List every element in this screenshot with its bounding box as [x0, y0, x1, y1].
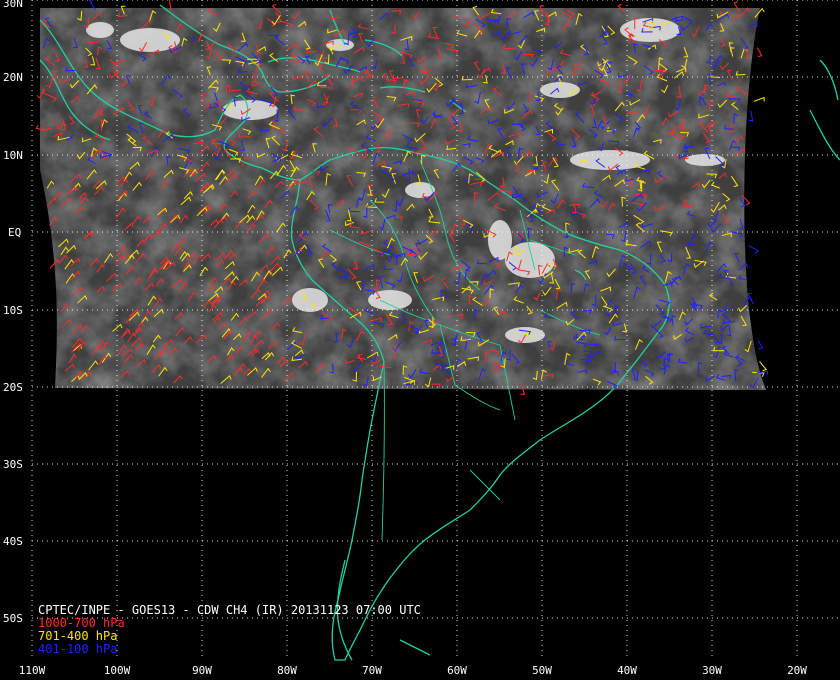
lon-label: 60W — [447, 664, 467, 677]
lat-label: 50S — [3, 612, 23, 625]
wind-barb — [759, 361, 768, 372]
map-caption: CPTEC/INPE - GOES13 - CDW CH4 (IR) 20131… — [38, 604, 421, 656]
legend-high-level: 401-100 hPa — [38, 642, 118, 656]
wind-barb — [757, 340, 764, 350]
lat-label: 10S — [3, 304, 23, 317]
lat-label: EQ — [8, 226, 21, 239]
satellite-wind-map: 30N 20N 10N EQ 10S 20S 30S 40S 50S 110W … — [3, 0, 840, 677]
wind-barb — [756, 47, 763, 57]
wind-barb — [748, 245, 759, 254]
longitude-labels: 110W 100W 90W 80W 70W 60W 50W 40W 30W 20… — [19, 664, 808, 677]
lat-label: 40S — [3, 535, 23, 548]
lon-label: 110W — [19, 664, 46, 677]
latitude-labels: 30N 20N 10N EQ 10S 20S 30S 40S 50S — [3, 0, 23, 625]
lon-label: 70W — [362, 664, 382, 677]
lat-label: 30N — [3, 0, 23, 10]
lon-label: 40W — [617, 664, 637, 677]
satellite-image — [40, 8, 766, 390]
lat-label: 20S — [3, 381, 23, 394]
lat-label: 10N — [3, 149, 23, 162]
lon-label: 90W — [192, 664, 212, 677]
lat-label: 20N — [3, 71, 23, 84]
lon-label: 30W — [702, 664, 722, 677]
wind-barb — [748, 110, 754, 122]
lon-label: 50W — [532, 664, 552, 677]
lon-label: 100W — [104, 664, 131, 677]
lat-label: 30S — [3, 458, 23, 471]
lon-label: 80W — [277, 664, 297, 677]
wind-barb — [753, 96, 765, 102]
lon-label: 20W — [787, 664, 807, 677]
